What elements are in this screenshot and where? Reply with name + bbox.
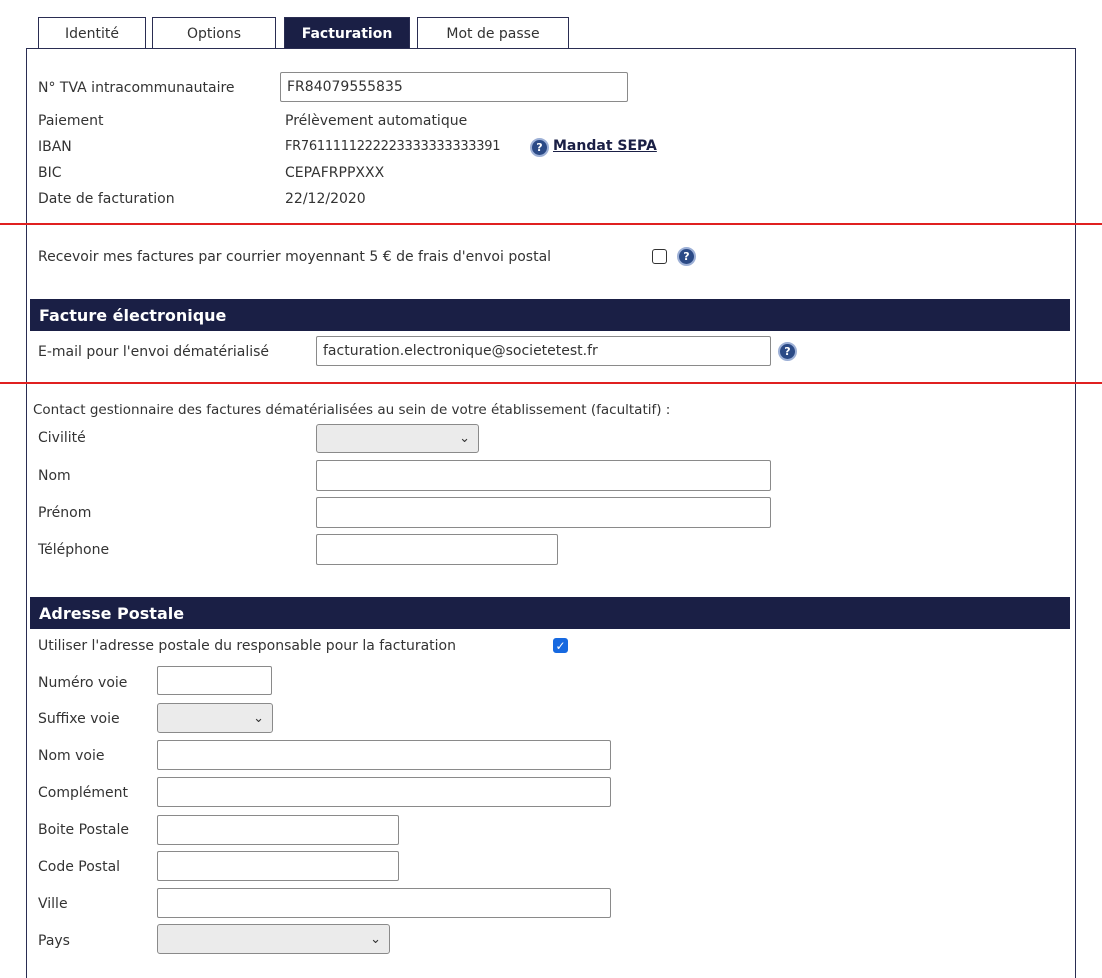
- date-value: 22/12/2020: [285, 191, 366, 207]
- firstname-label: Prénom: [38, 505, 92, 521]
- zip-input[interactable]: [157, 851, 399, 881]
- firstname-input[interactable]: [316, 497, 771, 528]
- email-input[interactable]: [316, 336, 771, 366]
- phone-label: Téléphone: [38, 542, 110, 558]
- iban-value: FR7611111222223333333333391: [285, 139, 501, 154]
- section-header-electronic: Facture électronique: [30, 299, 1070, 331]
- postal-invoice-label: Recevoir mes factures par courrier moyen…: [38, 249, 552, 265]
- highlight-line-bottom: [0, 382, 1102, 384]
- postal-invoice-checkbox[interactable]: [652, 249, 667, 264]
- chevron-down-icon: ⌄: [253, 710, 264, 726]
- contact-intro: Contact gestionnaire des factures dématé…: [33, 402, 671, 418]
- use-manager-address-label: Utiliser l'adresse postale du responsabl…: [38, 638, 456, 654]
- suffix-select[interactable]: ⌄: [157, 703, 273, 733]
- country-select[interactable]: ⌄: [157, 924, 390, 954]
- complement-input[interactable]: [157, 777, 611, 807]
- country-label: Pays: [38, 933, 70, 949]
- question-circle-icon[interactable]: ?: [677, 247, 696, 266]
- iban-label: IBAN: [38, 139, 72, 155]
- chevron-down-icon: ⌄: [459, 431, 470, 446]
- suffix-label: Suffixe voie: [38, 711, 120, 727]
- city-input[interactable]: [157, 888, 611, 918]
- tab-facturation[interactable]: Facturation: [284, 17, 410, 49]
- phone-input[interactable]: [316, 534, 558, 565]
- number-label: Numéro voie: [38, 675, 128, 691]
- question-circle-icon[interactable]: ?: [530, 138, 549, 157]
- city-label: Ville: [38, 896, 68, 912]
- po-box-input[interactable]: [157, 815, 399, 845]
- complement-label: Complément: [38, 785, 128, 801]
- highlight-line-top: [0, 223, 1102, 225]
- question-circle-icon[interactable]: ?: [778, 342, 797, 361]
- mandat-sepa-link[interactable]: Mandat SEPA: [553, 137, 657, 155]
- chevron-down-icon: ⌄: [370, 931, 381, 947]
- tab-identite[interactable]: Identité: [38, 17, 146, 49]
- lastname-label: Nom: [38, 468, 71, 484]
- civility-select[interactable]: ⌄: [316, 424, 479, 453]
- tab-options[interactable]: Options: [152, 17, 276, 49]
- tva-label: N° TVA intracommunautaire: [38, 80, 235, 96]
- payment-label: Paiement: [38, 113, 104, 129]
- tab-mot-de-passe[interactable]: Mot de passe: [417, 17, 569, 49]
- street-label: Nom voie: [38, 748, 105, 764]
- lastname-input[interactable]: [316, 460, 771, 491]
- civility-label: Civilité: [38, 430, 86, 446]
- bic-label: BIC: [38, 165, 62, 181]
- street-input[interactable]: [157, 740, 611, 770]
- date-label: Date de facturation: [38, 191, 175, 207]
- email-label: E-mail pour l'envoi dématérialisé: [38, 344, 270, 360]
- number-input[interactable]: [157, 666, 272, 695]
- tva-input[interactable]: [280, 72, 628, 102]
- payment-value: Prélèvement automatique: [285, 113, 468, 129]
- section-header-address: Adresse Postale: [30, 597, 1070, 629]
- bic-value: CEPAFRPPXXX: [285, 165, 385, 181]
- po-box-label: Boite Postale: [38, 822, 129, 838]
- use-manager-address-checkbox[interactable]: ✓: [553, 638, 568, 653]
- zip-label: Code Postal: [38, 859, 121, 875]
